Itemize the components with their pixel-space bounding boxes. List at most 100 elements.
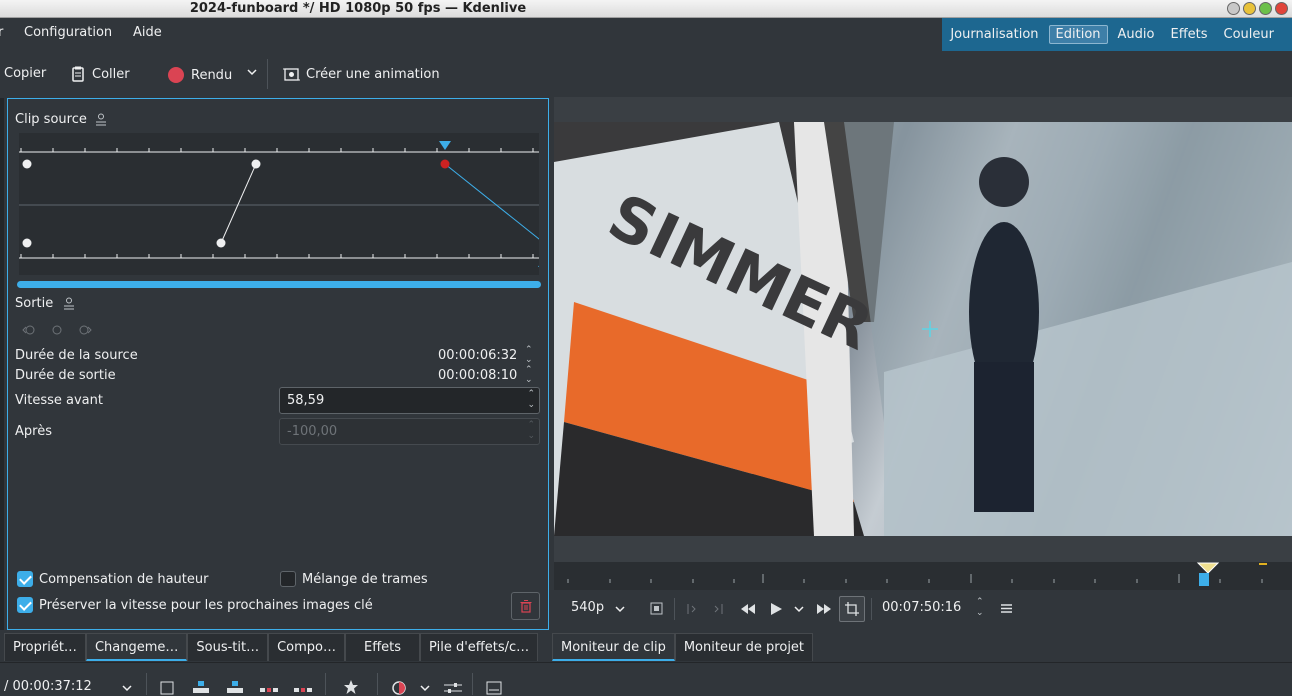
delete-button[interactable] <box>511 592 540 620</box>
render-button[interactable]: Rendu <box>167 66 232 84</box>
layout-effects[interactable]: Effets <box>1164 26 1213 43</box>
toolbar-separator <box>377 673 378 695</box>
monitor-marker[interactable] <box>1196 562 1220 574</box>
keyframe-point[interactable] <box>251 159 261 169</box>
output-duration-spinner[interactable]: ⌃ ⌄ <box>525 365 533 385</box>
star-icon[interactable] <box>343 679 359 695</box>
tab-effect-stack[interactable]: Pile d'effets/c… <box>420 633 539 661</box>
guide-marker[interactable] <box>1259 563 1267 565</box>
previous-keyframe-icon[interactable] <box>22 324 36 336</box>
preserve-speed-label: Préserver la vitesse pour les prochaines… <box>39 598 373 613</box>
chevron-down-icon[interactable] <box>121 682 133 694</box>
preserve-speed-checkbox[interactable] <box>17 597 33 613</box>
layout-color[interactable]: Couleur <box>1218 26 1280 43</box>
tab-project-monitor[interactable]: Moniteur de projet <box>674 633 814 661</box>
extract-icon[interactable] <box>294 683 312 695</box>
source-duration-label: Durée de la source <box>15 348 138 363</box>
clip-monitor-video[interactable]: SIMMER <box>554 122 1292 536</box>
monitor-playhead[interactable] <box>1199 573 1209 586</box>
output-duration-value[interactable]: 00:00:08:10 <box>438 368 517 383</box>
person-icon[interactable] <box>95 113 107 126</box>
trash-icon <box>520 600 532 613</box>
source-duration-value[interactable]: 00:00:06:32 <box>438 348 517 363</box>
speed-before-spinner[interactable]: ⌃ ⌄ <box>527 389 535 411</box>
keyframe-point[interactable] <box>216 238 226 248</box>
remap-curve[interactable] <box>19 133 550 275</box>
main-toolbar: Copier Coller Rendu Créer une animation <box>0 51 1292 97</box>
shade-button[interactable] <box>1227 2 1240 15</box>
pitch-compensation-checkbox[interactable] <box>17 571 33 587</box>
source-duration-spinner[interactable]: ⌃ ⌄ <box>525 345 533 365</box>
lift-icon[interactable] <box>260 683 278 695</box>
tab-subtitles[interactable]: Sous-tit… <box>187 633 269 661</box>
monitor-ruler[interactable] <box>554 562 1292 590</box>
overwrite-icon[interactable] <box>227 681 243 695</box>
timecode-spinner[interactable]: ⌃ ⌄ <box>976 597 984 619</box>
toolbar-separator <box>267 59 268 89</box>
copy-button[interactable]: Copier <box>4 66 46 81</box>
crop-button[interactable] <box>839 596 865 622</box>
subtitle-icon[interactable] <box>486 681 502 695</box>
settings-sliders-icon[interactable] <box>444 681 462 695</box>
frame-blending-checkbox[interactable] <box>280 571 296 587</box>
render-dropdown[interactable] <box>246 66 258 78</box>
keyframe-point[interactable] <box>22 159 32 169</box>
minimize-button[interactable] <box>1243 2 1256 15</box>
remap-range-bar[interactable] <box>17 281 541 288</box>
layout-audio[interactable]: Audio <box>1112 26 1161 43</box>
keyframe-point[interactable] <box>22 238 32 248</box>
create-animation-label: Créer une animation <box>306 67 440 82</box>
person-icon[interactable] <box>63 297 75 310</box>
layout-editing[interactable]: Edition <box>1048 25 1108 44</box>
speed-before-value: 58,59 <box>287 393 325 408</box>
chevron-down-icon[interactable] <box>419 682 431 694</box>
monitor-tabs: Moniteur de clip Moniteur de projet <box>552 633 814 661</box>
insert-icon[interactable] <box>193 681 209 695</box>
tab-compositions[interactable]: Compo… <box>268 633 345 661</box>
set-in-point-icon[interactable] <box>684 602 698 616</box>
remap-curve-graph[interactable] <box>19 133 550 275</box>
maximize-button[interactable] <box>1259 2 1272 15</box>
zoom-select[interactable]: 540p <box>571 600 604 615</box>
create-animation-button[interactable]: Créer une animation <box>283 66 440 83</box>
layout-logging[interactable]: Journalisation <box>944 26 1044 43</box>
playhead-top-marker[interactable] <box>439 141 451 150</box>
monitor-timecode[interactable]: 00:07:50:16 <box>882 600 961 615</box>
controls-separator <box>871 598 872 620</box>
menu-help[interactable]: Aide <box>133 25 162 40</box>
rewind-icon[interactable] <box>740 602 756 616</box>
timeline-timecode[interactable]: / 00:00:37:12 <box>4 679 92 694</box>
left-dock-edge <box>0 98 4 630</box>
tab-effects[interactable]: Effets <box>345 633 421 661</box>
after-value: -100,00 <box>287 424 338 439</box>
after-input: -100,00 ⌃ ⌄ <box>279 418 540 445</box>
fit-zoom-icon[interactable] <box>650 602 663 615</box>
left-dock-tabs: Propriét… Changeme… Sous-tit… Compo… Eff… <box>4 633 539 661</box>
video-frame: SIMMER <box>554 122 1292 536</box>
set-out-point-icon[interactable] <box>712 602 726 616</box>
close-button[interactable] <box>1275 2 1288 15</box>
keyframe-point-selected[interactable] <box>440 159 450 169</box>
chevron-down-icon[interactable] <box>793 603 805 615</box>
menu-configuration[interactable]: Configuration <box>24 25 112 40</box>
toolbar-separator <box>146 673 147 695</box>
menu-icon[interactable] <box>1000 602 1013 615</box>
tab-time-remap[interactable]: Changeme… <box>85 633 188 661</box>
play-icon[interactable] <box>769 602 783 616</box>
split-icon[interactable] <box>160 681 174 695</box>
add-keyframe-icon[interactable] <box>50 324 64 336</box>
playhead-bottom-marker[interactable] <box>538 258 550 267</box>
next-keyframe-icon[interactable] <box>78 324 92 336</box>
speed-before-input[interactable]: 58,59 ⌃ ⌄ <box>279 387 540 414</box>
tab-clip-monitor[interactable]: Moniteur de clip <box>552 633 675 661</box>
paste-button[interactable]: Coller <box>70 66 130 82</box>
window-title: 2024-funboard */ HD 1080p 50 fps — Kdenl… <box>189 1 527 16</box>
window-buttons <box>1227 2 1288 15</box>
clipboard-icon <box>72 66 84 82</box>
chevron-down-icon[interactable] <box>614 603 626 615</box>
monitor-ruler-ticks <box>567 562 1267 586</box>
tab-properties[interactable]: Propriét… <box>4 633 86 661</box>
fast-forward-icon[interactable] <box>816 602 832 616</box>
menu-item-partial[interactable]: r <box>0 25 3 40</box>
paste-label: Coller <box>92 66 130 82</box>
